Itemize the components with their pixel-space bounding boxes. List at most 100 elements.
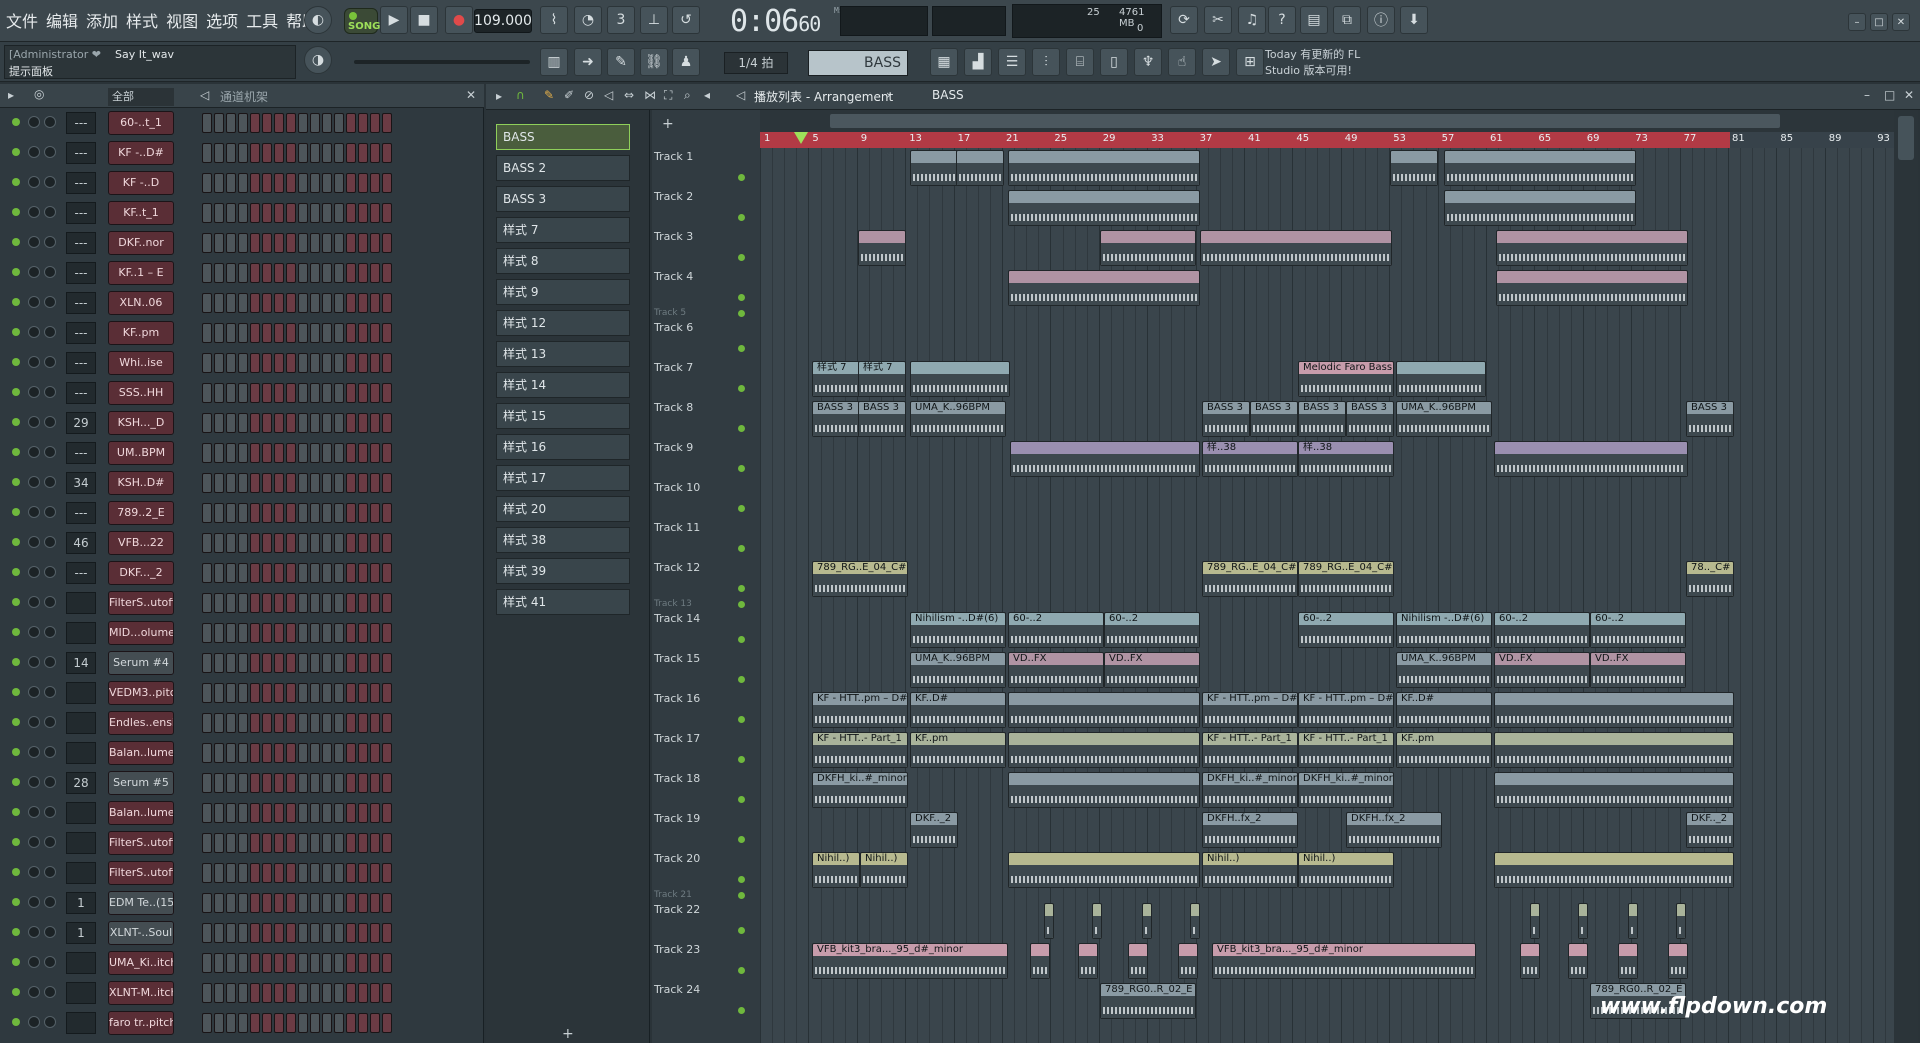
playlist-clip[interactable] xyxy=(1444,150,1636,186)
step-button[interactable] xyxy=(370,503,380,523)
playlist-clip[interactable] xyxy=(1008,772,1200,808)
channel-volume-knob[interactable] xyxy=(44,146,56,158)
channel-row[interactable]: --- KF..t_1 xyxy=(0,198,470,228)
step-button[interactable] xyxy=(250,323,260,343)
playlist-clip[interactable]: VD..FX xyxy=(1008,652,1104,688)
step-button[interactable] xyxy=(382,473,392,493)
step-button[interactable] xyxy=(382,203,392,223)
step-button[interactable] xyxy=(298,923,308,943)
playlist-clip[interactable] xyxy=(910,150,958,186)
step-button[interactable] xyxy=(298,803,308,823)
channel-row[interactable]: --- Whi..ise xyxy=(0,348,470,378)
step-button[interactable] xyxy=(358,713,368,733)
step-button[interactable] xyxy=(250,143,260,163)
track-header[interactable]: Track 17 xyxy=(652,730,760,770)
step-button[interactable] xyxy=(262,233,272,253)
channel-mute-led[interactable] xyxy=(12,778,20,786)
step-button[interactable] xyxy=(370,443,380,463)
channel-mixer-track[interactable] xyxy=(66,742,96,764)
step-button[interactable] xyxy=(334,593,344,613)
step-button[interactable] xyxy=(214,143,224,163)
step-button[interactable] xyxy=(238,323,248,343)
channel-pan-knob[interactable] xyxy=(28,716,40,728)
channel-row[interactable]: FilterS..utoff xyxy=(0,858,470,888)
step-button[interactable] xyxy=(322,443,332,463)
channel-mixer-track[interactable]: --- xyxy=(66,562,96,584)
channel-volume-knob[interactable] xyxy=(44,416,56,428)
channel-row[interactable]: --- DKF..._2 xyxy=(0,558,470,588)
channel-volume-knob[interactable] xyxy=(44,536,56,548)
step-button[interactable] xyxy=(238,383,248,403)
step-button[interactable] xyxy=(322,593,332,613)
playlist-clip[interactable] xyxy=(1200,230,1392,266)
playhead-marker[interactable] xyxy=(794,132,808,144)
step-button[interactable] xyxy=(202,713,212,733)
step-button[interactable] xyxy=(214,593,224,613)
channel-volume-knob[interactable] xyxy=(44,866,56,878)
step-button[interactable] xyxy=(382,263,392,283)
step-button[interactable] xyxy=(358,473,368,493)
playlist-clip[interactable] xyxy=(1494,441,1688,477)
step-button[interactable] xyxy=(226,293,236,313)
playlist-clip[interactable]: 789_RG..E_04_C# xyxy=(1202,561,1298,597)
track-enable-led[interactable] xyxy=(738,1007,745,1014)
paint-icon[interactable]: ✐ xyxy=(564,88,574,102)
step-button[interactable] xyxy=(334,923,344,943)
record-button[interactable]: ● xyxy=(445,6,473,34)
stop-button[interactable]: ■ xyxy=(410,6,438,34)
step-button[interactable] xyxy=(370,473,380,493)
step-button[interactable] xyxy=(358,1013,368,1033)
step-button[interactable] xyxy=(274,503,284,523)
step-button[interactable] xyxy=(214,323,224,343)
step-button[interactable] xyxy=(214,713,224,733)
step-button[interactable] xyxy=(346,953,356,973)
channel-pan-knob[interactable] xyxy=(28,416,40,428)
cut-tool-button[interactable]: ✂ xyxy=(1204,6,1232,34)
channel-name-button[interactable]: Endles..ensit xyxy=(108,711,174,735)
step-button[interactable] xyxy=(250,203,260,223)
playlist-clip[interactable] xyxy=(858,230,906,266)
playlist-clip[interactable]: 样..38 xyxy=(1202,441,1298,477)
step-button[interactable] xyxy=(346,1013,356,1033)
rack-filter-dropdown[interactable]: 全部 xyxy=(108,88,174,106)
channel-volume-knob[interactable] xyxy=(44,176,56,188)
step-button[interactable] xyxy=(274,1013,284,1033)
playlist-clip[interactable]: 78.._C# xyxy=(1686,561,1734,597)
step-button[interactable] xyxy=(358,203,368,223)
step-button[interactable] xyxy=(358,173,368,193)
step-button[interactable] xyxy=(310,473,320,493)
channel-row[interactable]: UMA_Ki..itch xyxy=(0,948,470,978)
step-button[interactable] xyxy=(322,623,332,643)
step-button[interactable] xyxy=(262,743,272,763)
step-button[interactable] xyxy=(238,953,248,973)
step-button[interactable] xyxy=(382,653,392,673)
step-button[interactable] xyxy=(238,203,248,223)
channel-volume-knob[interactable] xyxy=(44,926,56,938)
channel-row[interactable]: 29 KSH..._D xyxy=(0,408,470,438)
step-button[interactable] xyxy=(334,803,344,823)
step-button[interactable] xyxy=(298,293,308,313)
step-button[interactable] xyxy=(226,983,236,1003)
step-button[interactable] xyxy=(382,983,392,1003)
channel-mixer-track[interactable] xyxy=(66,1012,96,1034)
channel-volume-knob[interactable] xyxy=(44,116,56,128)
playlist-clip[interactable]: 60-..2 xyxy=(1494,612,1590,648)
step-button[interactable] xyxy=(286,653,296,673)
shop-button[interactable]: ⊞ xyxy=(1236,48,1264,76)
step-button[interactable] xyxy=(250,113,260,133)
step-button[interactable] xyxy=(202,983,212,1003)
step-button[interactable] xyxy=(346,353,356,373)
step-button[interactable] xyxy=(202,683,212,703)
add-pattern-icon[interactable]: + xyxy=(562,1026,574,1042)
step-button[interactable] xyxy=(250,503,260,523)
playlist-clip[interactable]: KF - HTT..pm – D# xyxy=(812,692,908,728)
step-button[interactable] xyxy=(226,743,236,763)
step-button[interactable] xyxy=(334,953,344,973)
step-button[interactable] xyxy=(274,353,284,373)
step-button[interactable] xyxy=(226,653,236,673)
playlist-clip[interactable]: UMA_K..96BPM xyxy=(910,652,1006,688)
channel-mixer-track[interactable] xyxy=(66,952,96,974)
magnet-icon[interactable]: ∩ xyxy=(516,88,525,102)
step-button[interactable] xyxy=(250,533,260,553)
playlist-clip[interactable] xyxy=(1494,692,1734,728)
